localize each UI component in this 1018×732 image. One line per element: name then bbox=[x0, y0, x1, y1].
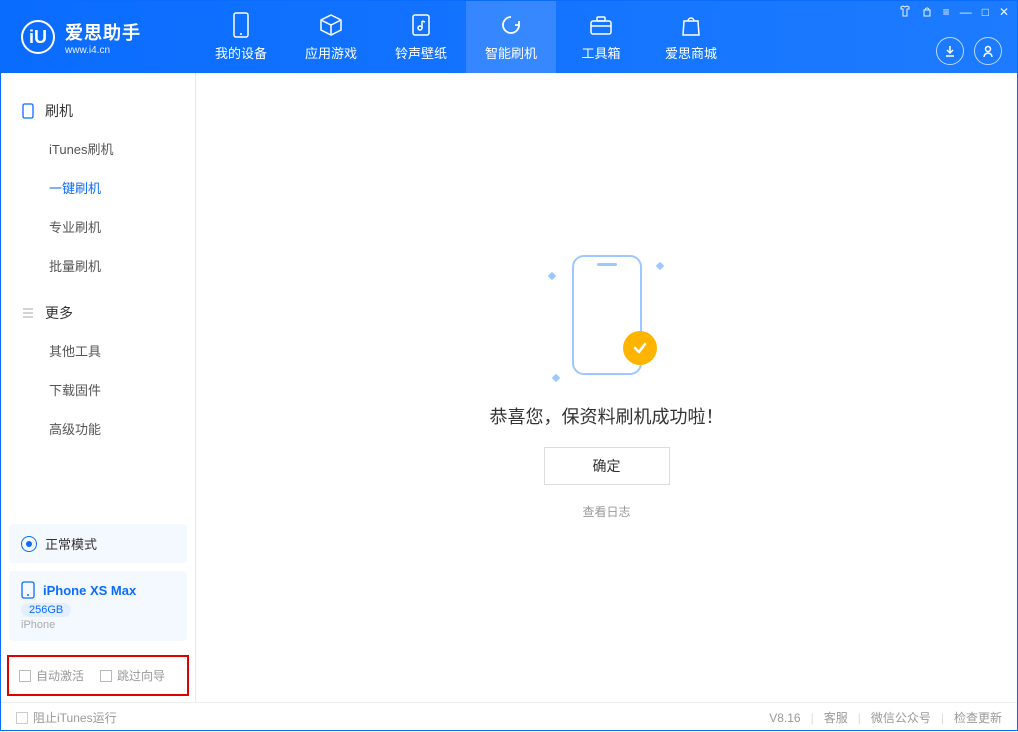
device-name: iPhone XS Max bbox=[43, 583, 136, 598]
list-icon bbox=[21, 307, 35, 319]
shirt-icon[interactable] bbox=[899, 5, 911, 19]
nav-label: 智能刷机 bbox=[485, 43, 537, 62]
sidebar-item-download-firmware[interactable]: 下载固件 bbox=[1, 370, 195, 409]
main-content: 恭喜您，保资料刷机成功啦！ 确定 查看日志 bbox=[196, 73, 1017, 702]
footer-link-support[interactable]: 客服 bbox=[824, 709, 848, 726]
device-phone-icon bbox=[21, 581, 35, 599]
sidebar-item-pro-flash[interactable]: 专业刷机 bbox=[1, 207, 195, 246]
refresh-shield-icon bbox=[498, 12, 524, 38]
status-label: 正常模式 bbox=[45, 534, 97, 553]
status-indicator-icon bbox=[21, 536, 37, 552]
sidebar-item-oneclick-flash[interactable]: 一键刷机 bbox=[1, 168, 195, 207]
cube-icon bbox=[318, 12, 344, 38]
sidebar-section-more: 更多 bbox=[1, 295, 195, 331]
sidebar-section-flash: 刷机 bbox=[1, 93, 195, 129]
nav-smart-flash[interactable]: 智能刷机 bbox=[466, 1, 556, 73]
block-itunes-checkbox[interactable]: 阻止iTunes运行 bbox=[16, 709, 117, 726]
success-check-icon bbox=[623, 331, 657, 365]
app-name: 爱思助手 bbox=[65, 19, 141, 45]
nav-my-device[interactable]: 我的设备 bbox=[196, 1, 286, 73]
nav-toolbox[interactable]: 工具箱 bbox=[556, 1, 646, 73]
nav-store[interactable]: 爱思商城 bbox=[646, 1, 736, 73]
ok-button[interactable]: 确定 bbox=[544, 447, 670, 485]
view-log-link[interactable]: 查看日志 bbox=[582, 503, 630, 520]
minimize-button[interactable]: — bbox=[960, 5, 972, 19]
sidebar-item-batch-flash[interactable]: 批量刷机 bbox=[1, 246, 195, 285]
footer-link-check-update[interactable]: 检查更新 bbox=[954, 709, 1002, 726]
nav-ringtones-wallpapers[interactable]: 铃声壁纸 bbox=[376, 1, 466, 73]
nav-label: 工具箱 bbox=[581, 43, 620, 62]
checkbox-label: 阻止iTunes运行 bbox=[33, 709, 117, 726]
skip-guide-checkbox[interactable]: 跳过向导 bbox=[100, 667, 165, 684]
nav-label: 铃声壁纸 bbox=[395, 43, 447, 62]
checkbox-label: 自动激活 bbox=[36, 667, 84, 684]
checkbox-label: 跳过向导 bbox=[117, 667, 165, 684]
main-nav: 我的设备 应用游戏 铃声壁纸 智能刷机 工具箱 爱思商城 bbox=[196, 1, 1017, 73]
nav-label: 应用游戏 bbox=[305, 43, 357, 62]
logo-letter: iU bbox=[29, 27, 47, 48]
lock-icon[interactable] bbox=[921, 5, 933, 19]
app-url: www.i4.cn bbox=[65, 45, 141, 56]
device-storage-badge: 256GB bbox=[21, 603, 71, 617]
footer-link-wechat[interactable]: 微信公众号 bbox=[871, 709, 931, 726]
logo-icon: iU bbox=[21, 20, 55, 54]
success-message: 恭喜您，保资料刷机成功啦！ bbox=[490, 403, 724, 429]
device-mode-status[interactable]: 正常模式 bbox=[9, 524, 187, 563]
download-button[interactable] bbox=[936, 37, 964, 65]
success-illustration bbox=[547, 255, 667, 385]
title-bar: iU 爱思助手 www.i4.cn 我的设备 应用游戏 铃声壁纸 智能刷机 工具… bbox=[1, 1, 1017, 73]
sidebar-item-itunes-flash[interactable]: iTunes刷机 bbox=[1, 129, 195, 168]
close-button[interactable]: ✕ bbox=[999, 5, 1009, 19]
menu-icon[interactable]: ≡ bbox=[943, 5, 950, 19]
device-type: iPhone bbox=[21, 619, 175, 631]
shopping-bag-icon bbox=[678, 12, 704, 38]
sidebar-section-title: 刷机 bbox=[45, 101, 73, 121]
toolbox-icon bbox=[588, 12, 614, 38]
device-icon bbox=[228, 12, 254, 38]
options-highlight-box: 自动激活 跳过向导 bbox=[7, 655, 189, 696]
maximize-button[interactable]: □ bbox=[982, 5, 989, 19]
user-button[interactable] bbox=[974, 37, 1002, 65]
sidebar-item-advanced[interactable]: 高级功能 bbox=[1, 409, 195, 448]
nav-label: 我的设备 bbox=[215, 43, 267, 62]
footer-bar: 阻止iTunes运行 V8.16 | 客服 | 微信公众号 | 检查更新 bbox=[1, 702, 1017, 732]
app-logo: iU 爱思助手 www.i4.cn bbox=[1, 1, 196, 73]
sidebar-section-title: 更多 bbox=[45, 303, 73, 323]
device-info-box[interactable]: iPhone XS Max 256GB iPhone bbox=[9, 571, 187, 641]
nav-apps-games[interactable]: 应用游戏 bbox=[286, 1, 376, 73]
version-label: V8.16 bbox=[769, 711, 800, 725]
music-file-icon bbox=[408, 12, 434, 38]
sidebar: 刷机 iTunes刷机 一键刷机 专业刷机 批量刷机 更多 其他工具 下载固件 … bbox=[1, 73, 196, 702]
nav-label: 爱思商城 bbox=[665, 43, 717, 62]
auto-activate-checkbox[interactable]: 自动激活 bbox=[19, 667, 84, 684]
sidebar-item-other-tools[interactable]: 其他工具 bbox=[1, 331, 195, 370]
window-controls: ≡ — □ ✕ bbox=[899, 5, 1009, 19]
phone-icon bbox=[21, 103, 35, 119]
